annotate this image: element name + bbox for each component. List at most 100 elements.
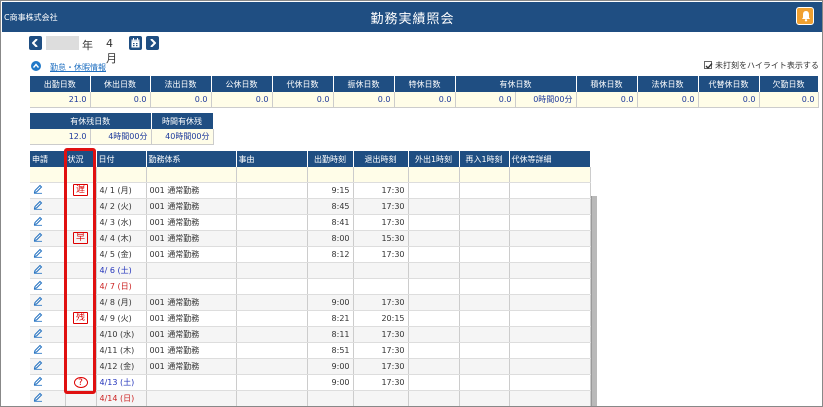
date-cell[interactable]: 4/ 2 (火)	[96, 198, 147, 215]
date-cell[interactable]: 4/ 4 (木)	[96, 230, 147, 247]
clock-in-cell	[307, 262, 354, 279]
date-cell[interactable]: 4/10 (水)	[96, 326, 147, 343]
out1-cell	[408, 246, 460, 263]
reason-cell	[236, 294, 308, 311]
date-cell[interactable]: 4/12 (金)	[96, 358, 147, 375]
edit-icon[interactable]	[30, 214, 66, 231]
clock-in-cell: 9:15	[307, 182, 354, 199]
return1-cell	[459, 182, 510, 199]
edit-icon[interactable]	[30, 390, 66, 406]
date-cell[interactable]: 4/ 6 (土)	[96, 262, 147, 279]
header-paid-leave-days: 有休日数	[455, 76, 577, 92]
edit-icon[interactable]	[30, 342, 66, 359]
edit-icon[interactable]	[30, 310, 66, 327]
header-special-leave-days: 特休日数	[394, 76, 456, 92]
date-cell[interactable]: 4/14 (日)	[96, 390, 147, 406]
table-scrollbar[interactable]	[591, 196, 597, 406]
highlight-checkbox[interactable]	[704, 61, 713, 70]
date-cell[interactable]: 4/ 7 (日)	[96, 278, 147, 295]
status-cell	[65, 198, 97, 215]
edit-icon[interactable]	[30, 358, 66, 375]
shift-cell: 001 通常勤務	[146, 358, 237, 375]
reason-cell	[236, 358, 308, 375]
date-cell[interactable]: 4/ 3 (水)	[96, 214, 147, 231]
year-label: 年	[82, 39, 93, 52]
value-compensatory-days: 0.0	[272, 92, 334, 108]
year-field[interactable]	[46, 36, 79, 50]
out1-cell	[408, 214, 460, 231]
return1-cell	[459, 374, 510, 391]
clock-in-cell: 8:45	[307, 198, 354, 215]
edit-icon[interactable]	[30, 278, 66, 295]
clock-out-cell	[353, 278, 409, 295]
shift-cell: 001 通常勤務	[146, 246, 237, 263]
reason-cell	[236, 342, 308, 359]
table-row: 残 4/ 9 (火) 001 通常勤務 8:21 20:15	[30, 310, 591, 327]
clock-out-cell: 17:30	[353, 246, 409, 263]
col-date: 日付	[96, 151, 147, 167]
edit-icon[interactable]	[30, 230, 66, 247]
date-cell[interactable]: 4/ 5 (金)	[96, 246, 147, 263]
calendar-icon[interactable]	[129, 36, 142, 50]
date-cell[interactable]: 4/13 (土)	[96, 374, 147, 391]
page-title: 勤務実績照会	[370, 12, 455, 27]
return1-cell	[459, 214, 510, 231]
col-return1: 再入1時刻	[459, 151, 510, 167]
reason-cell	[236, 278, 308, 295]
paid-leave-balance-table: 有休残日数 時間有休残 12.0 4時間00分 40時間00分	[30, 113, 214, 145]
clock-out-cell: 17:30	[353, 326, 409, 343]
clock-in-cell: 8:12	[307, 246, 354, 263]
compensatory-details-cell	[509, 374, 591, 391]
highlight-label: 未打刻をハイライト表示する	[715, 61, 819, 70]
edit-icon[interactable]	[30, 374, 66, 391]
reason-cell	[236, 214, 308, 231]
table-row: 遅 4/ 1 (月) 001 通常勤務 9:15 17:30	[30, 182, 591, 199]
status-cell	[65, 278, 97, 295]
date-cell[interactable]: 4/ 9 (火)	[96, 310, 147, 327]
edit-icon[interactable]	[30, 262, 66, 279]
status-cell: 残	[65, 310, 97, 327]
header-legal-leave-days: 法休日数	[637, 76, 699, 92]
return1-cell	[459, 278, 510, 295]
value-paid-leave-remaining-hours: 4時間00分	[90, 129, 152, 145]
compensatory-details-cell	[509, 182, 591, 199]
out1-cell	[408, 358, 460, 375]
shift-cell	[146, 390, 237, 406]
table-row: 4/ 6 (土)	[30, 262, 591, 279]
date-cell[interactable]: 4/11 (木)	[96, 342, 147, 359]
clock-out-cell	[353, 390, 409, 406]
edit-icon[interactable]	[30, 294, 66, 311]
edit-icon[interactable]	[30, 198, 66, 215]
edit-icon[interactable]	[30, 182, 66, 199]
out1-cell	[408, 310, 460, 327]
status-cell	[65, 358, 97, 375]
out1-cell	[408, 262, 460, 279]
leave-info-link[interactable]: 勤怠・休暇情報	[50, 62, 160, 73]
out1-cell	[408, 374, 460, 391]
next-month-button[interactable]	[146, 36, 159, 50]
header-absence-days: 欠勤日数	[759, 76, 819, 92]
clock-out-cell: 17:30	[353, 358, 409, 375]
header-substitute-days: 振休日数	[333, 76, 395, 92]
date-cell[interactable]: 4/ 8 (月)	[96, 294, 147, 311]
value-legal-leave-days: 0.0	[637, 92, 699, 108]
shift-cell	[146, 374, 237, 391]
header-work-days: 出勤日数	[30, 76, 91, 92]
value-paid-leave-remaining-days: 12.0	[30, 129, 91, 145]
date-cell[interactable]: 4/ 1 (月)	[96, 182, 147, 199]
edit-icon[interactable]	[30, 326, 66, 343]
attendance-table: 申請 状況 日付 勤務体系 事由 出勤時刻 退出時刻 外出1時刻 再入1時刻 代…	[30, 151, 591, 406]
clock-out-cell: 17:30	[353, 214, 409, 231]
return1-cell	[459, 390, 510, 406]
compensatory-details-cell	[509, 230, 591, 247]
table-row: 4/ 2 (火) 001 通常勤務 8:45 17:30	[30, 198, 591, 215]
reason-cell	[236, 310, 308, 327]
chevron-up-icon[interactable]	[31, 61, 41, 71]
bell-icon[interactable]	[796, 7, 814, 25]
status-stamp: 遅	[72, 184, 88, 196]
compensatory-details-cell	[509, 214, 591, 231]
prev-month-button[interactable]	[29, 36, 42, 50]
value-alt-holiday-days: 0.0	[698, 92, 760, 108]
compensatory-details-cell	[509, 294, 591, 311]
edit-icon[interactable]	[30, 246, 66, 263]
